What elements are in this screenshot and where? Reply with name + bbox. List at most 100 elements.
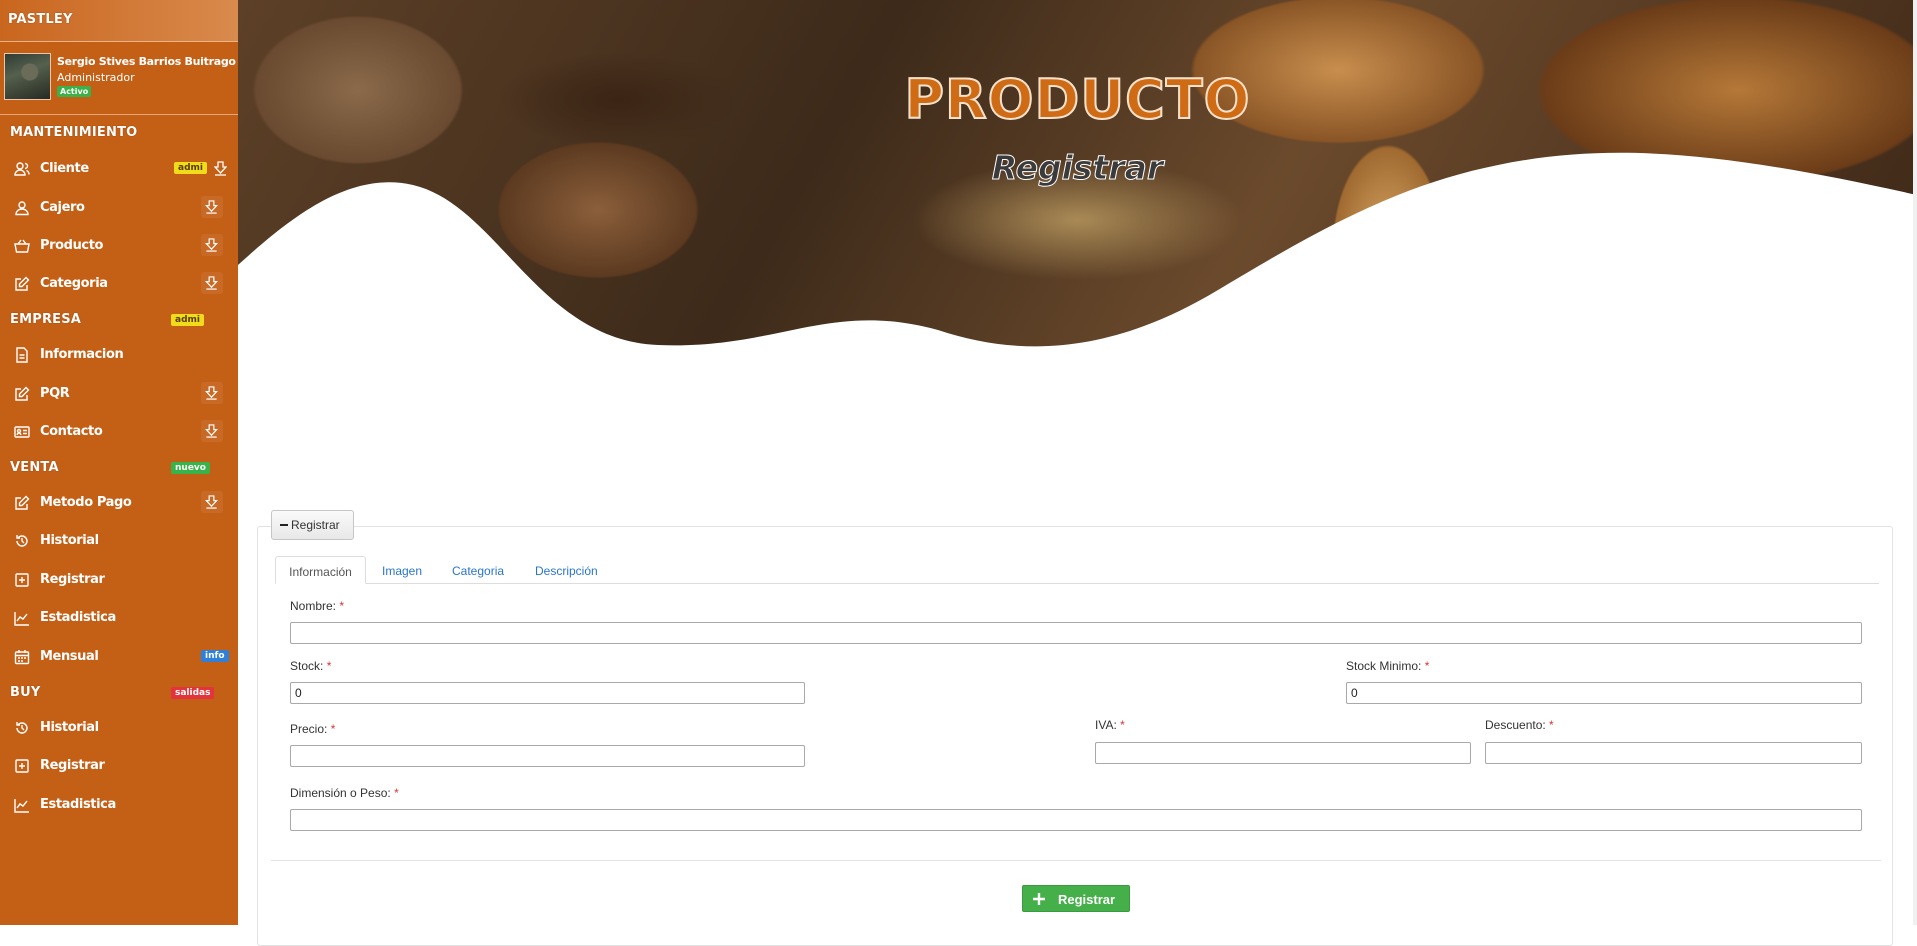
scrollbar[interactable]: [1913, 0, 1917, 925]
download-icon: [205, 200, 218, 214]
stock-label: Stock: *: [290, 659, 332, 673]
sidebar-item-label: Contacto: [40, 424, 103, 439]
download-button[interactable]: [201, 382, 223, 404]
sidebar-item-producto[interactable]: Producto: [0, 230, 238, 262]
sidebar-item-label: Historial: [40, 720, 99, 735]
sidebar-item-historial[interactable]: Historial: [0, 525, 238, 557]
edit-icon: [15, 386, 30, 401]
plus-icon: [1033, 893, 1045, 905]
section-mantenimiento: MANTENIMIENTO: [10, 125, 138, 140]
users-icon: [14, 162, 30, 176]
download-icon: [205, 495, 218, 509]
stock-minimo-field[interactable]: [1346, 682, 1862, 704]
tabs-divider: [275, 583, 1879, 584]
user-icon: [15, 201, 29, 216]
user-role: Administrador: [57, 71, 135, 84]
calendar-icon: [14, 650, 30, 665]
sidebar-item-metodo-pago[interactable]: Metodo Pago: [0, 487, 238, 519]
descuento-label: Descuento: *: [1485, 718, 1554, 732]
admin-badge: admi: [171, 314, 204, 326]
sidebar-item-label: Cliente: [40, 161, 89, 176]
status-badge: Activo: [57, 86, 92, 97]
sidebar-item-label: Producto: [40, 238, 104, 253]
sidebar-item-label: Estadistica: [40, 797, 116, 812]
submit-label: Registrar: [1058, 892, 1116, 907]
outputs-badge: salidas: [171, 687, 215, 699]
form-panel: [257, 526, 1893, 946]
download-icon: [205, 238, 218, 252]
precio-field[interactable]: [290, 745, 805, 767]
stock-field[interactable]: [290, 682, 805, 704]
history-icon: [16, 722, 28, 734]
sidebar-item-estadistica[interactable]: Estadistica: [0, 602, 238, 634]
download-icon[interactable]: [214, 161, 227, 176]
download-button[interactable]: [201, 196, 223, 218]
hero-banner: PRODUCTO Registrar: [238, 0, 1917, 400]
tab-informacion[interactable]: Información: [275, 556, 366, 584]
sidebar-item-mensual[interactable]: Mensual info: [0, 641, 238, 673]
avatar[interactable]: [4, 53, 51, 100]
stock-minimo-label: Stock Minimo: *: [1346, 659, 1430, 673]
sidebar-item-categoria[interactable]: Categoria: [0, 268, 238, 300]
sidebar-item-label: Metodo Pago: [40, 495, 132, 510]
sidebar-item-label: PQR: [40, 386, 70, 401]
history-icon: [16, 535, 28, 547]
page-subtitle: Registrar: [991, 148, 1164, 188]
brand-logo[interactable]: PASTLEY: [0, 0, 238, 42]
minus-icon: [280, 523, 288, 526]
page-title: PRODUCTO: [903, 67, 1251, 132]
admin-badge: admi: [174, 162, 207, 174]
sidebar-item-label: Registrar: [40, 572, 105, 587]
download-icon: [205, 276, 218, 290]
sidebar-item-registrar[interactable]: Registrar: [0, 564, 238, 596]
iva-field[interactable]: [1095, 742, 1471, 764]
registrar-submit-button[interactable]: Registrar: [1022, 885, 1130, 912]
dimension-label: Dimensión o Peso: *: [290, 786, 399, 800]
tab-categoria[interactable]: Categoria: [452, 556, 504, 584]
tab-imagen[interactable]: Imagen: [382, 556, 422, 584]
descuento-field[interactable]: [1485, 742, 1862, 764]
sidebar-item-label: Cajero: [40, 200, 85, 215]
section-buy: BUY: [10, 685, 41, 700]
precio-label: Precio: *: [290, 722, 336, 736]
wave-shape: [238, 152, 1917, 400]
section-empresa: EMPRESA: [10, 312, 82, 327]
add-box-icon: [15, 759, 29, 773]
edit-icon: [15, 495, 30, 510]
sidebar-item-label: Registrar: [40, 758, 105, 773]
sidebar: PASTLEY Sergio Stives Barrios Buitrago A…: [0, 0, 238, 925]
sidebar-item-cajero[interactable]: Cajero: [0, 192, 238, 224]
info-badge: info: [201, 650, 229, 662]
collapse-toggle-label: Registrar: [291, 518, 340, 532]
download-button[interactable]: [201, 491, 223, 513]
new-badge: nuevo: [171, 462, 210, 474]
user-name: Sergio Stives Barrios Buitrago: [57, 55, 236, 68]
sidebar-item-buy-historial[interactable]: Historial: [0, 712, 238, 744]
dimension-field[interactable]: [290, 809, 1862, 831]
sidebar-item-buy-registrar[interactable]: Registrar: [0, 750, 238, 782]
sidebar-item-buy-estadistica[interactable]: Estadistica: [0, 789, 238, 821]
nombre-field[interactable]: [290, 622, 1862, 644]
sidebar-item-informacion[interactable]: Informacion: [0, 339, 238, 371]
section-venta: VENTA: [10, 460, 59, 475]
collapse-toggle-button[interactable]: Registrar: [271, 510, 354, 540]
contact-card-icon: [14, 426, 30, 438]
sidebar-item-pqr[interactable]: PQR: [0, 378, 238, 410]
download-icon: [205, 386, 218, 400]
chart-icon: [14, 799, 29, 813]
download-button[interactable]: [201, 420, 223, 442]
sidebar-item-label: Estadistica: [40, 610, 116, 625]
form-divider: [271, 860, 1881, 861]
sidebar-item-contacto[interactable]: Contacto: [0, 416, 238, 448]
download-icon: [205, 424, 218, 438]
sidebar-item-cliente[interactable]: Cliente admi: [0, 153, 238, 185]
basket-icon: [14, 239, 30, 253]
download-button[interactable]: [201, 234, 223, 256]
document-icon: [16, 347, 28, 363]
iva-label: IVA: *: [1095, 718, 1125, 732]
sidebar-item-label: Mensual: [40, 649, 99, 664]
sidebar-item-label: Categoria: [40, 276, 108, 291]
download-button[interactable]: [201, 272, 223, 294]
nombre-label: Nombre: *: [290, 599, 345, 613]
tab-descripcion[interactable]: Descripción: [535, 556, 598, 584]
